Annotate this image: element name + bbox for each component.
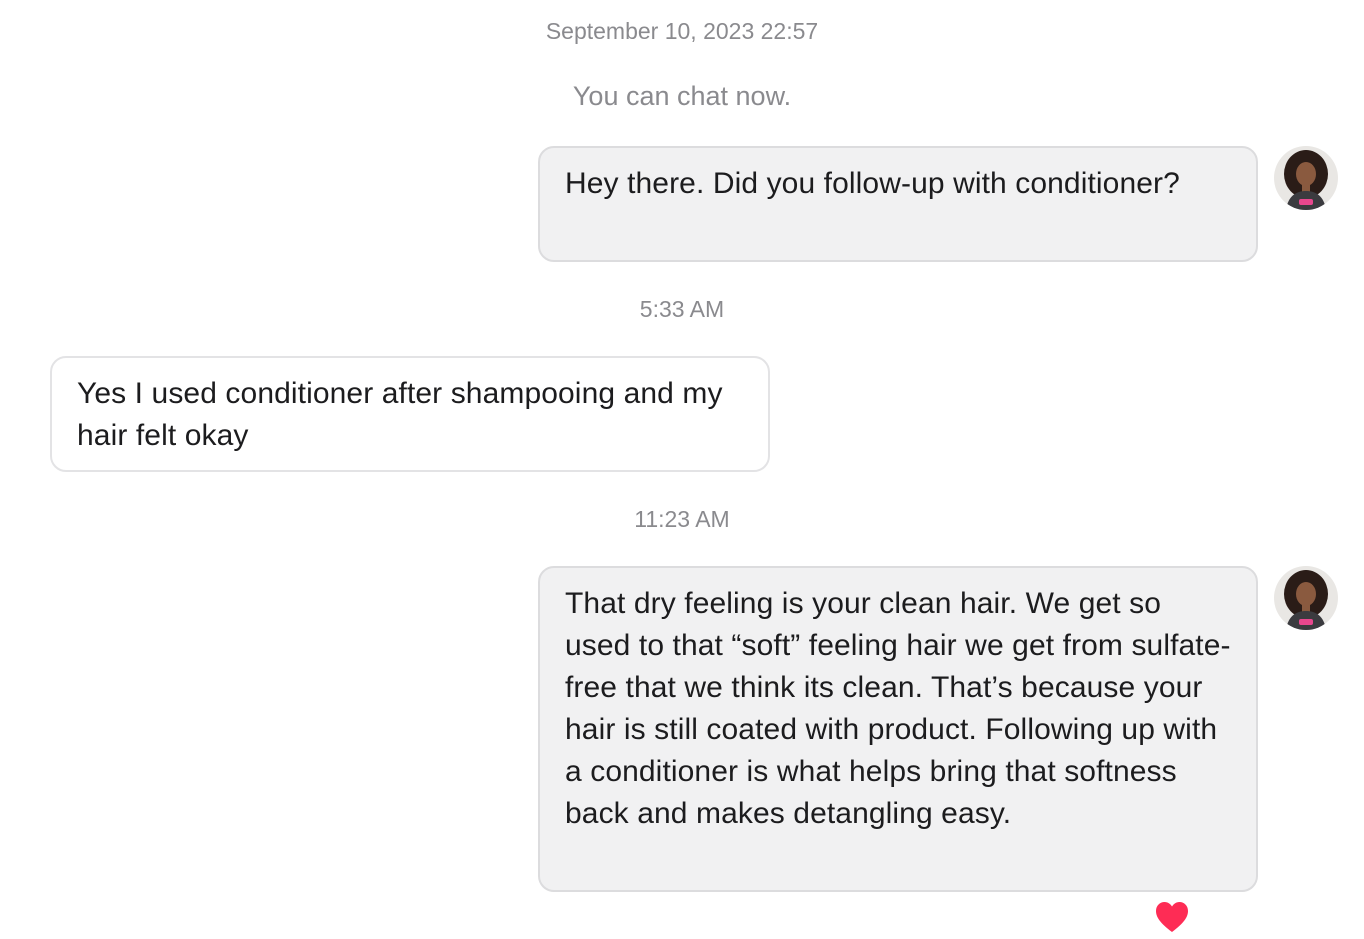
user-avatar-icon [1274,566,1338,630]
message-timestamp: 5:33 AM [639,296,725,322]
message-text: Hey there. Did you follow-up with condit… [565,167,1180,200]
reaction-heart-icon[interactable] [1154,900,1190,934]
date-header: September 10, 2023 22:57 [545,18,819,44]
user-avatar-icon [1274,146,1338,210]
avatar[interactable] [1274,566,1338,630]
message-bubble-outgoing[interactable]: Hey there. Did you follow-up with condit… [538,146,1258,262]
message-bubble-outgoing[interactable]: That dry feeling is your clean hair. We … [538,566,1258,892]
heart-icon [1156,902,1188,932]
system-note: You can chat now. [572,81,792,111]
message-timestamp: 11:23 AM [634,506,730,532]
message-text: Yes I used conditioner after shampooing … [77,377,723,452]
message-bubble-incoming[interactable]: Yes I used conditioner after shampooing … [50,356,770,472]
avatar[interactable] [1274,146,1338,210]
message-text: That dry feeling is your clean hair. We … [565,587,1231,830]
